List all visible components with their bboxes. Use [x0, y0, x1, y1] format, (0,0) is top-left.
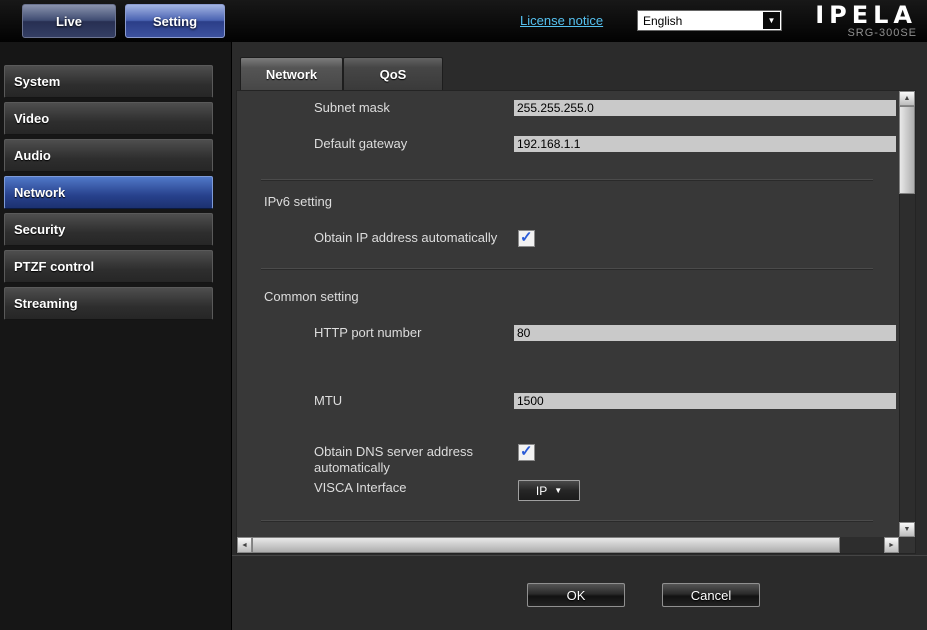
- ok-button[interactable]: OK: [527, 583, 625, 607]
- tab-qos-label: QoS: [380, 67, 407, 82]
- visca-interface-select[interactable]: IP ▼: [518, 480, 580, 501]
- live-tab-button[interactable]: Live: [22, 4, 116, 38]
- cancel-button[interactable]: Cancel: [662, 583, 760, 607]
- obtain-dns-checkbox[interactable]: ✓: [518, 444, 535, 461]
- setting-tab-label: Setting: [153, 14, 197, 29]
- obtain-ip-row: Obtain IP address automatically ✓: [314, 230, 535, 247]
- tab-network-label: Network: [266, 67, 317, 82]
- setting-tab-button[interactable]: Setting: [125, 4, 225, 38]
- obtain-dns-label: Obtain DNS server address automatically: [314, 444, 514, 476]
- arrow-left-icon: ◄: [241, 542, 248, 549]
- brand-block: IPELA SRG-300SE: [815, 4, 917, 39]
- vertical-scrollbar-thumb[interactable]: [899, 106, 915, 194]
- section-divider: [261, 520, 873, 521]
- chevron-down-icon: ▼: [554, 486, 562, 495]
- form-area: Subnet mask Default gateway IPv6 setting…: [237, 91, 899, 537]
- arrow-right-icon: ►: [888, 542, 895, 549]
- sidebar-item-label: PTZF control: [14, 259, 94, 274]
- sidebar-item-network[interactable]: Network: [4, 176, 213, 209]
- horizontal-scrollbar[interactable]: ◄ ►: [237, 537, 899, 553]
- http-port-input[interactable]: [514, 325, 896, 341]
- sidebar: System Video Audio Network Security PTZF…: [0, 42, 232, 630]
- mtu-label: MTU: [314, 393, 514, 409]
- live-tab-label: Live: [56, 14, 82, 29]
- default-gateway-input[interactable]: [514, 136, 896, 152]
- footer-bar: OK Cancel: [232, 555, 927, 630]
- sidebar-item-label: Audio: [14, 148, 51, 163]
- top-bar: Live Setting License notice English ▼ IP…: [0, 0, 927, 42]
- sidebar-item-security[interactable]: Security: [4, 213, 213, 246]
- obtain-ip-checkbox[interactable]: ✓: [518, 230, 535, 247]
- visca-interface-row: VISCA Interface IP ▼: [314, 480, 580, 501]
- horizontal-scrollbar-thumb[interactable]: [252, 537, 840, 553]
- scroll-down-button[interactable]: ▼: [899, 522, 915, 537]
- obtain-dns-row: Obtain DNS server address automatically …: [314, 444, 535, 476]
- default-gateway-row: Default gateway: [314, 136, 896, 152]
- http-port-label: HTTP port number: [314, 325, 514, 341]
- sidebar-item-label: Network: [14, 185, 65, 200]
- tab-network[interactable]: Network: [240, 57, 343, 90]
- section-divider: [261, 179, 873, 180]
- arrow-down-icon: ▼: [904, 526, 911, 533]
- vertical-scrollbar[interactable]: ▲ ▼: [899, 91, 915, 537]
- settings-panel: Subnet mask Default gateway IPv6 setting…: [236, 90, 916, 554]
- ipela-logo: IPELA: [815, 4, 917, 26]
- sidebar-item-label: System: [14, 74, 60, 89]
- app-window: Live Setting License notice English ▼ IP…: [0, 0, 927, 630]
- mtu-input[interactable]: [514, 393, 896, 409]
- default-gateway-label: Default gateway: [314, 136, 514, 152]
- sidebar-item-label: Security: [14, 222, 65, 237]
- sidebar-item-label: Streaming: [14, 296, 78, 311]
- scroll-left-button[interactable]: ◄: [237, 537, 252, 553]
- ipv6-section-title: IPv6 setting: [264, 194, 332, 209]
- chevron-down-icon[interactable]: ▼: [763, 12, 780, 29]
- check-icon: ✓: [520, 228, 533, 246]
- sidebar-item-label: Video: [14, 111, 49, 126]
- sidebar-item-streaming[interactable]: Streaming: [4, 287, 213, 320]
- subnet-mask-input[interactable]: [514, 100, 896, 116]
- language-select[interactable]: English ▼: [637, 10, 782, 31]
- mtu-row: MTU: [314, 393, 896, 409]
- sidebar-item-audio[interactable]: Audio: [4, 139, 213, 172]
- obtain-ip-label: Obtain IP address automatically: [314, 230, 514, 246]
- subnet-mask-label: Subnet mask: [314, 100, 514, 116]
- arrow-up-icon: ▲: [904, 95, 911, 102]
- common-section-title: Common setting: [264, 289, 359, 304]
- sidebar-item-video[interactable]: Video: [4, 102, 213, 135]
- license-notice-link[interactable]: License notice: [520, 13, 603, 28]
- visca-interface-label: VISCA Interface: [314, 480, 514, 496]
- section-divider: [261, 268, 873, 269]
- tab-qos[interactable]: QoS: [343, 57, 443, 90]
- scroll-up-button[interactable]: ▲: [899, 91, 915, 106]
- scroll-right-button[interactable]: ►: [884, 537, 899, 553]
- subnet-mask-row: Subnet mask: [314, 100, 896, 116]
- visca-selected-value: IP: [536, 484, 547, 498]
- check-icon: ✓: [520, 442, 533, 460]
- sidebar-item-ptzf-control[interactable]: PTZF control: [4, 250, 213, 283]
- scrollbar-corner: [899, 537, 915, 553]
- main-content: Network QoS Subnet mask Default gateway …: [232, 42, 927, 630]
- sidebar-item-system[interactable]: System: [4, 65, 213, 98]
- http-port-row: HTTP port number: [314, 325, 896, 341]
- language-selected-value: English: [643, 14, 682, 28]
